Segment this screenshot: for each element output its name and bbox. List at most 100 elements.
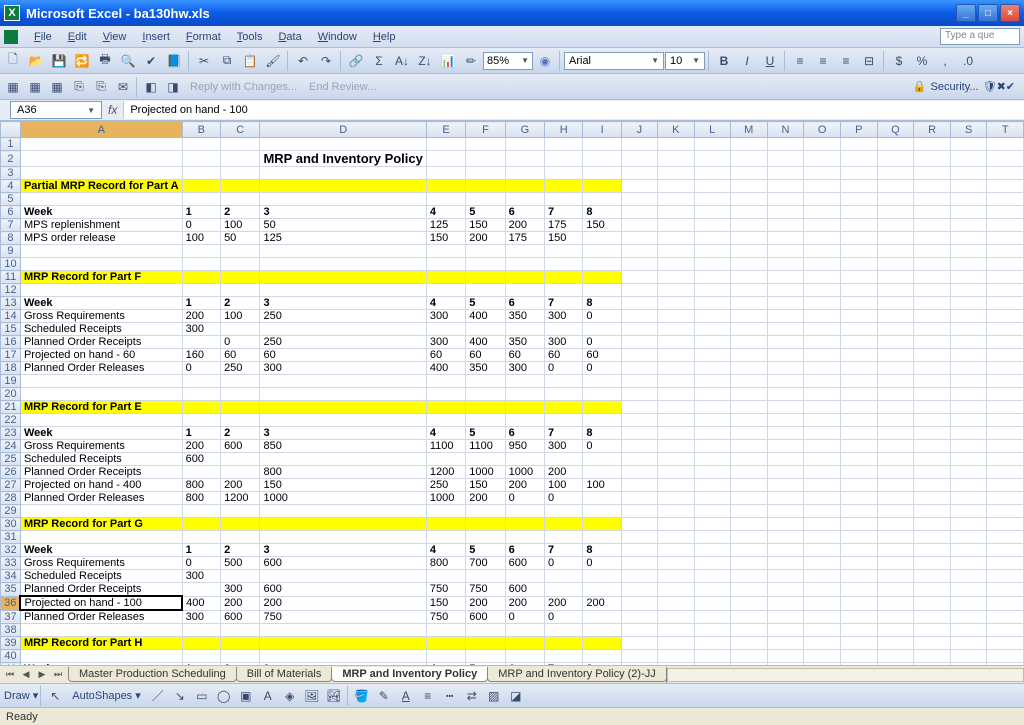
cell-M36[interactable] [730,596,767,610]
cell-S24[interactable] [950,440,987,453]
cell-S21[interactable] [950,401,987,414]
cell-F31[interactable] [466,531,505,544]
cell-I32[interactable]: 8 [583,544,621,557]
cell-A2[interactable] [20,151,182,167]
cell-G40[interactable] [505,650,544,663]
cell-L26[interactable] [694,466,730,479]
cell-R7[interactable] [914,219,951,232]
cell-S40[interactable] [950,650,987,663]
cell-A13[interactable]: Week [20,297,182,310]
cell-A8[interactable]: MPS order release [20,232,182,245]
cell-B15[interactable]: 300 [182,323,220,336]
cell-M27[interactable] [730,479,767,492]
cell-K4[interactable] [658,180,695,193]
cell-N26[interactable] [767,466,804,479]
cell-D5[interactable] [260,193,426,206]
cell-I39[interactable] [583,637,621,650]
cell-C22[interactable] [221,414,260,427]
row-header-32[interactable]: 32 [1,544,21,557]
cell-D8[interactable]: 125 [260,232,426,245]
security-item3-icon[interactable]: ✔ [1006,80,1015,93]
cell-M7[interactable] [730,219,767,232]
col-header-H[interactable]: H [545,122,583,138]
cell-M21[interactable] [730,401,767,414]
cell-I36[interactable]: 200 [583,596,621,610]
cell-D22[interactable] [260,414,426,427]
row-header-7[interactable]: 7 [1,219,21,232]
cell-E25[interactable] [426,453,465,466]
cell-N15[interactable] [767,323,804,336]
cell-I15[interactable] [583,323,621,336]
cell-T20[interactable] [987,388,1024,401]
cell-F11[interactable] [466,271,505,284]
cell-I18[interactable]: 0 [583,362,621,375]
cell-I16[interactable]: 0 [583,336,621,349]
cell-I27[interactable]: 100 [583,479,621,492]
cell-O17[interactable] [804,349,841,362]
cell-J26[interactable] [621,466,657,479]
cell-J29[interactable] [621,505,657,518]
cell-D10[interactable] [260,258,426,271]
cell-T35[interactable] [987,583,1024,597]
cell-P40[interactable] [841,650,878,663]
cell-O28[interactable] [804,492,841,505]
cell-K28[interactable] [658,492,695,505]
cell-F26[interactable]: 1000 [466,466,505,479]
cell-N4[interactable] [767,180,804,193]
undo-icon[interactable]: ↶ [292,50,314,71]
cell-L3[interactable] [694,167,730,180]
row-header-14[interactable]: 14 [1,310,21,323]
menu-view[interactable]: View [95,29,135,45]
cell-L4[interactable] [694,180,730,193]
row-header-1[interactable]: 1 [1,138,21,151]
cell-I22[interactable] [583,414,621,427]
cell-J3[interactable] [621,167,657,180]
cell-A34[interactable]: Scheduled Receipts [20,570,182,583]
cell-L14[interactable] [694,310,730,323]
cell-N1[interactable] [767,138,804,151]
cell-F38[interactable] [466,624,505,637]
cell-N38[interactable] [767,624,804,637]
cell-S36[interactable] [950,596,987,610]
cell-O1[interactable] [804,138,841,151]
row-header-15[interactable]: 15 [1,323,21,336]
cell-D18[interactable]: 300 [260,362,426,375]
cell-I10[interactable] [583,258,621,271]
cell-O20[interactable] [804,388,841,401]
cell-C15[interactable] [221,323,260,336]
security-item1-icon[interactable]: 🛡 [983,80,997,93]
cell-O10[interactable] [804,258,841,271]
cell-D9[interactable] [260,245,426,258]
cell-K3[interactable] [658,167,695,180]
font-size-select[interactable]: 10▼ [665,52,705,70]
cell-M28[interactable] [730,492,767,505]
cell-S22[interactable] [950,414,987,427]
cell-F27[interactable]: 150 [466,479,505,492]
cell-Q8[interactable] [877,232,914,245]
cell-C5[interactable] [221,193,260,206]
cell-T17[interactable] [987,349,1024,362]
cell-K21[interactable] [658,401,695,414]
cell-C38[interactable] [221,624,260,637]
cell-S6[interactable] [950,206,987,219]
redo-icon[interactable]: ↷ [315,50,337,71]
cell-B30[interactable] [182,518,220,531]
cell-R41[interactable] [914,663,951,666]
cell-A39[interactable]: MRP Record for Part H [20,637,182,650]
row-header-18[interactable]: 18 [1,362,21,375]
row-header-16[interactable]: 16 [1,336,21,349]
cell-H16[interactable]: 300 [545,336,583,349]
currency-icon[interactable]: $ [888,50,910,71]
cell-T28[interactable] [987,492,1024,505]
cell-H6[interactable]: 7 [545,206,583,219]
cell-P2[interactable] [841,151,878,167]
cell-M35[interactable] [730,583,767,597]
cell-G5[interactable] [505,193,544,206]
cell-R2[interactable] [914,151,951,167]
cell-M39[interactable] [730,637,767,650]
cell-E14[interactable]: 300 [426,310,465,323]
cell-B13[interactable]: 1 [182,297,220,310]
cell-J21[interactable] [621,401,657,414]
cell-Q32[interactable] [877,544,914,557]
cell-S20[interactable] [950,388,987,401]
